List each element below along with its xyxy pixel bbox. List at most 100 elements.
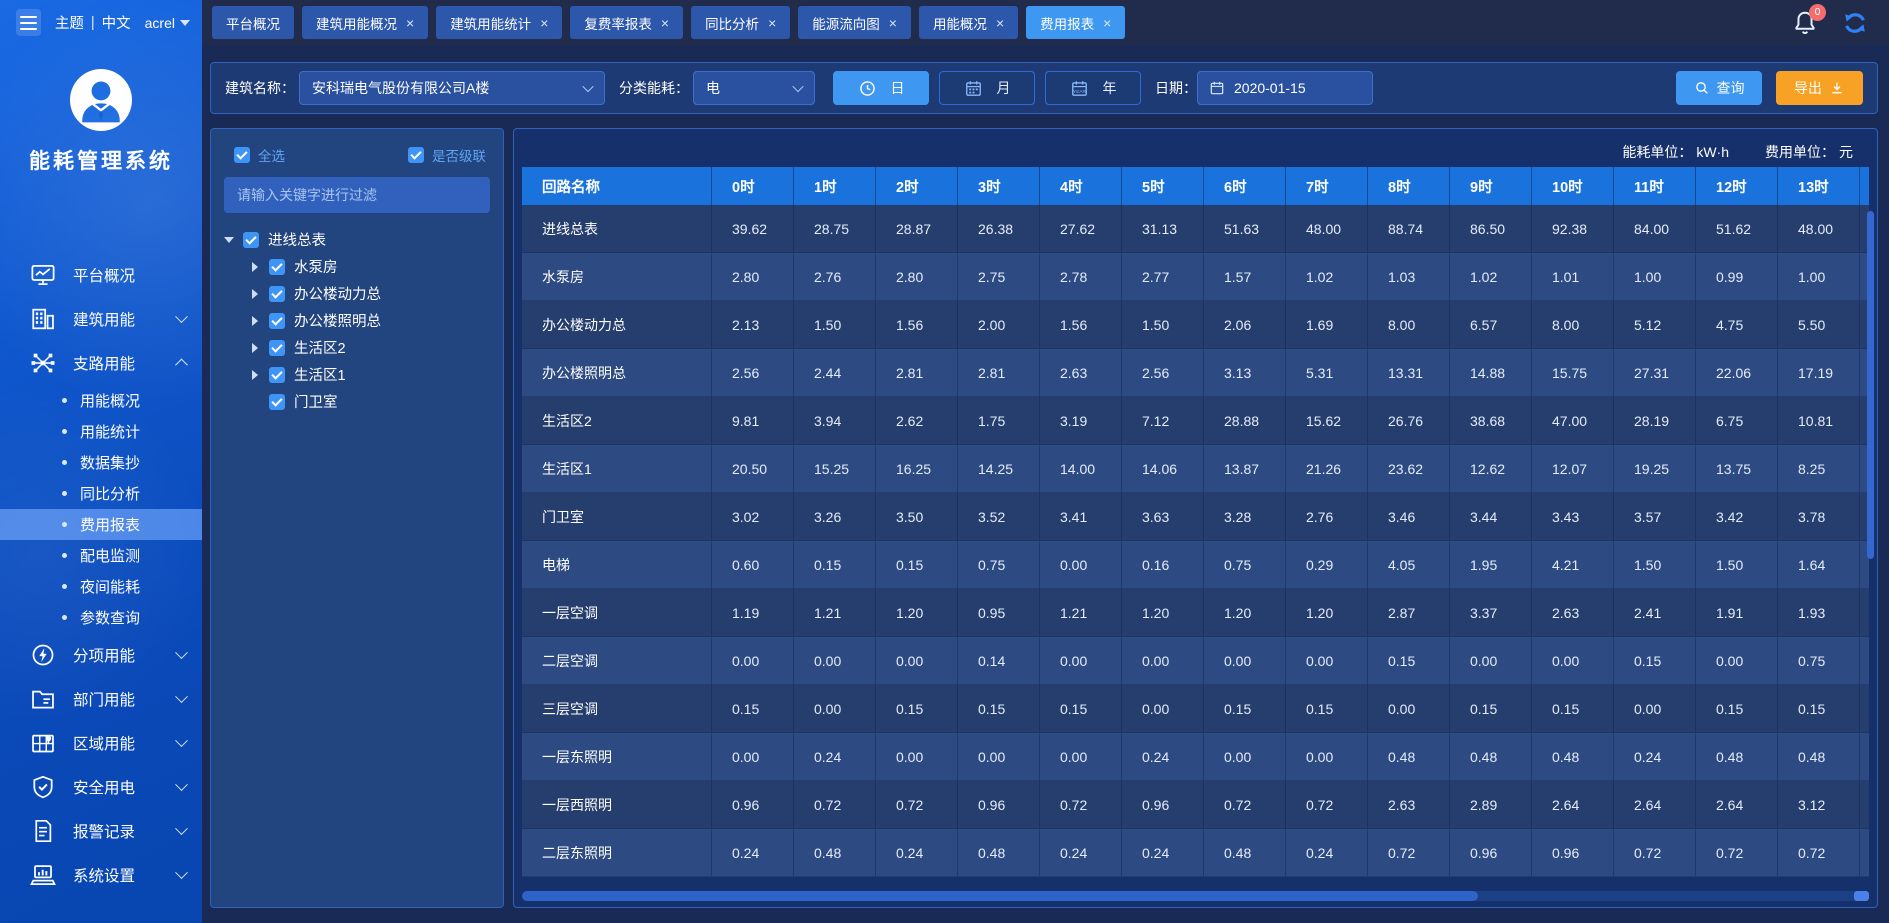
tree-node-checkbox[interactable] (269, 367, 285, 383)
table-row-三层空调[interactable]: 三层空调0.150.000.150.150.150.000.150.150.00… (522, 685, 1869, 733)
value-cell: 2.44 (794, 349, 876, 397)
language-label[interactable]: 中文 (102, 12, 131, 33)
row-name-cell: 电梯 (522, 541, 712, 589)
caret-right-icon[interactable] (250, 343, 260, 353)
tree-node-checkbox[interactable] (269, 286, 285, 302)
table-row-二层空调[interactable]: 二层空调0.000.000.000.140.000.000.000.000.15… (522, 637, 1869, 685)
horizontal-scrollbar-thumb[interactable] (522, 891, 1478, 901)
tab-同比分析[interactable]: 同比分析× (691, 6, 790, 39)
horizontal-scrollbar[interactable] (522, 891, 1869, 901)
sidebar-subitem-夜间能耗[interactable]: 夜间能耗 (0, 571, 202, 602)
table-row-一层东照明[interactable]: 一层东照明0.000.240.000.000.000.240.000.000.4… (522, 733, 1869, 781)
tree-search-input[interactable] (224, 177, 490, 213)
value-cell: 0.15 (876, 541, 958, 589)
tab-建筑用能统计[interactable]: 建筑用能统计× (436, 6, 562, 39)
table-row-一层空调[interactable]: 一层空调1.191.211.200.951.211.201.201.202.87… (522, 589, 1869, 637)
caret-down-icon[interactable] (224, 235, 234, 245)
table-row-生活区2[interactable]: 生活区29.813.942.621.753.197.1228.8815.6226… (522, 397, 1869, 445)
table-row-办公楼动力总[interactable]: 办公楼动力总2.131.501.562.001.561.502.061.698.… (522, 301, 1869, 349)
tab-平台概况[interactable]: 平台概况 (212, 6, 294, 39)
sidebar-subitem-用能统计[interactable]: 用能统计 (0, 416, 202, 447)
sidebar-subitem-费用报表[interactable]: 费用报表 (0, 509, 202, 540)
tree-node-checkbox[interactable] (269, 259, 285, 275)
tree-node-生活区2[interactable]: 生活区2 (224, 334, 490, 361)
caret-right-icon[interactable] (250, 370, 260, 380)
period-day-button[interactable]: 日 (833, 71, 929, 105)
tab-费用报表[interactable]: 费用报表× (1026, 6, 1125, 39)
table-row-门卫室[interactable]: 门卫室3.023.263.503.523.413.633.282.763.463… (522, 493, 1869, 541)
select-all-option[interactable]: 全选 (234, 145, 285, 165)
tab-能源流向图[interactable]: 能源流向图× (798, 6, 911, 39)
hamburger-icon[interactable] (16, 9, 41, 36)
tab-close-icon[interactable]: × (540, 16, 548, 30)
tab-close-icon[interactable]: × (768, 16, 776, 30)
date-input[interactable]: 2020-01-15 (1197, 71, 1373, 105)
query-button[interactable]: 查询 (1676, 71, 1762, 105)
vertical-scrollbar[interactable] (1867, 211, 1874, 559)
sidebar-subitem-同比分析[interactable]: 同比分析 (0, 478, 202, 509)
sidebar-item-建筑用能[interactable]: 建筑用能 (0, 297, 202, 341)
caret-right-icon[interactable] (250, 316, 260, 326)
export-button[interactable]: 导出 (1776, 71, 1863, 105)
period-month-button[interactable]: 月 (939, 71, 1035, 105)
table-row-办公楼照明总[interactable]: 办公楼照明总2.562.442.812.812.632.563.135.3113… (522, 349, 1869, 397)
tree-node-办公楼照明总[interactable]: 办公楼照明总 (224, 307, 490, 334)
table-row-二层东照明[interactable]: 二层东照明0.240.480.240.480.240.240.480.240.7… (522, 829, 1869, 877)
tree-node-checkbox[interactable] (269, 313, 285, 329)
table-row-水泵房[interactable]: 水泵房2.802.762.802.752.782.771.571.021.031… (522, 253, 1869, 301)
user-avatar-icon[interactable] (70, 69, 132, 131)
refresh-icon[interactable] (1841, 9, 1869, 37)
theme-label[interactable]: 主题 (55, 12, 84, 33)
tab-复费率报表[interactable]: 复费率报表× (570, 6, 683, 39)
tab-用能概况[interactable]: 用能概况× (919, 6, 1018, 39)
table-row-电梯[interactable]: 电梯0.600.150.150.750.000.160.750.294.051.… (522, 541, 1869, 589)
sidebar-item-分项用能[interactable]: 分项用能 (0, 633, 202, 677)
value-cell: 4.75 (1696, 301, 1778, 349)
horizontal-scrollbar-end[interactable] (1854, 891, 1869, 901)
tab-close-icon[interactable]: × (996, 16, 1004, 30)
sidebar-subitem-配电监测[interactable]: 配电监测 (0, 540, 202, 571)
tree-node-进线总表[interactable]: 进线总表 (224, 226, 490, 253)
select-all-checkbox[interactable] (234, 147, 250, 163)
value-cell (1860, 829, 1869, 877)
caret-right-icon[interactable] (250, 262, 260, 272)
user-menu[interactable]: acrel (145, 15, 190, 31)
value-cell: 39.62 (712, 205, 794, 253)
tree-node-checkbox[interactable] (243, 232, 259, 248)
tab-close-icon[interactable]: × (406, 16, 414, 30)
sidebar-item-安全用电[interactable]: 安全用电 (0, 765, 202, 809)
table-row-生活区1[interactable]: 生活区120.5015.2516.2514.2514.0014.0613.872… (522, 445, 1869, 493)
sidebar-item-报警记录[interactable]: 报警记录 (0, 809, 202, 853)
sidebar-subitem-参数查询[interactable]: 参数查询 (0, 602, 202, 633)
tab-建筑用能概况[interactable]: 建筑用能概况× (302, 6, 428, 39)
caret-right-icon[interactable] (250, 289, 260, 299)
energy-type-select[interactable]: 电 (693, 71, 815, 105)
period-year-button[interactable]: YEAR 年 (1045, 71, 1141, 105)
table-row-进线总表[interactable]: 进线总表39.6228.7528.8726.3827.6231.1351.634… (522, 205, 1869, 253)
sidebar-item-区域用能[interactable]: 区域用能 (0, 721, 202, 765)
value-cell: 17.19 (1778, 349, 1860, 397)
tab-close-icon[interactable]: × (1103, 16, 1111, 30)
sidebar-subitem-数据集抄[interactable]: 数据集抄 (0, 447, 202, 478)
sidebar-subitem-用能概况[interactable]: 用能概况 (0, 385, 202, 416)
caret-placeholder (250, 397, 260, 407)
bell-icon[interactable]: 0 (1791, 9, 1819, 37)
cascade-checkbox[interactable] (408, 147, 424, 163)
tab-close-icon[interactable]: × (889, 16, 897, 30)
sidebar-item-部门用能[interactable]: 部门用能 (0, 677, 202, 721)
cascade-option[interactable]: 是否级联 (408, 145, 486, 165)
tree-node-门卫室[interactable]: 门卫室 (224, 388, 490, 415)
tree-node-办公楼动力总[interactable]: 办公楼动力总 (224, 280, 490, 307)
building-select[interactable]: 安科瑞电气股份有限公司A楼 (299, 71, 605, 105)
tree-node-checkbox[interactable] (269, 394, 285, 410)
tree-node-生活区1[interactable]: 生活区1 (224, 361, 490, 388)
sidebar-subitem-label: 同比分析 (80, 483, 140, 504)
tab-close-icon[interactable]: × (661, 16, 669, 30)
sidebar-item-支路用能[interactable]: 支路用能 (0, 341, 202, 385)
tree-node-水泵房[interactable]: 水泵房 (224, 253, 490, 280)
table-row-一层西照明[interactable]: 一层西照明0.960.720.720.960.720.960.720.722.6… (522, 781, 1869, 829)
sidebar-item-平台概况[interactable]: 平台概况 (0, 253, 202, 297)
sidebar-item-系统设置[interactable]: 系统设置 (0, 853, 202, 897)
value-cell: 26.38 (958, 205, 1040, 253)
tree-node-checkbox[interactable] (269, 340, 285, 356)
